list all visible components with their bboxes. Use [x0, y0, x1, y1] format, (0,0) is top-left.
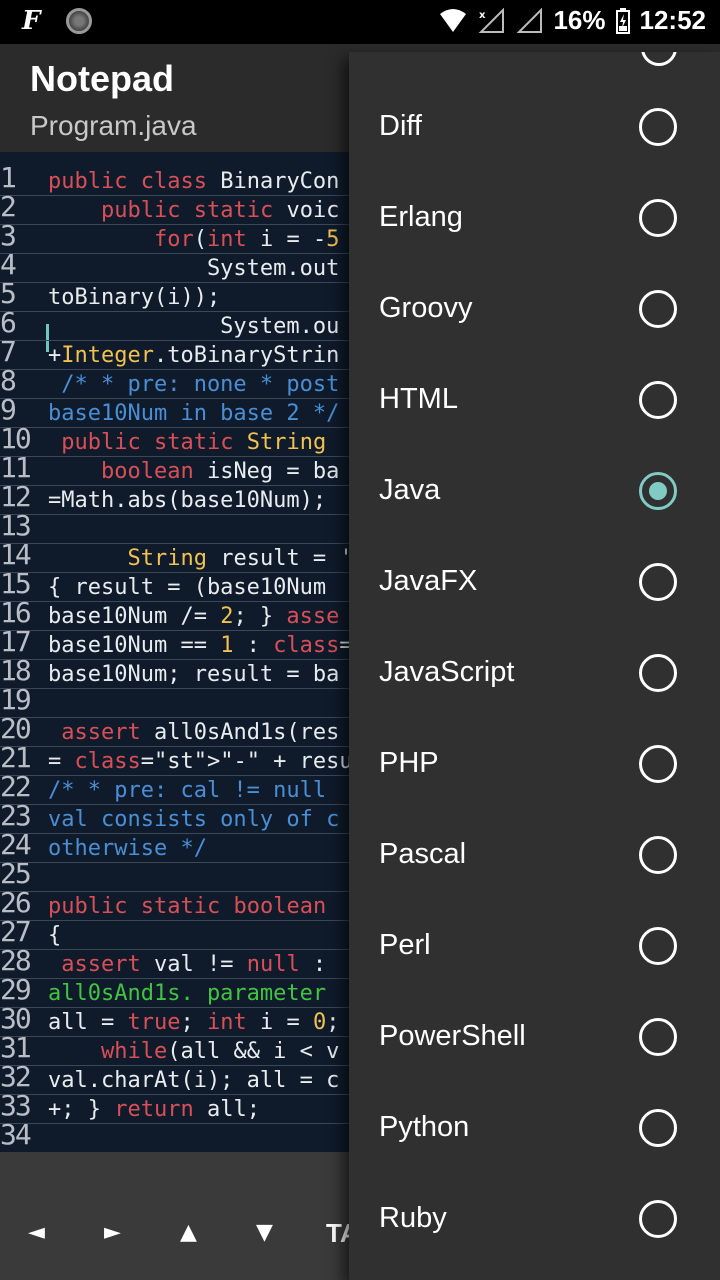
- code-text: public class BinaryCon: [48, 169, 340, 194]
- code-text: base10Num /= 2; } asse: [48, 604, 340, 629]
- language-option-powershell[interactable]: PowerShell: [349, 992, 720, 1083]
- code-text: { result = (base10Num: [48, 575, 327, 600]
- file-name: Program.java: [30, 110, 197, 141]
- code-text: all0sAnd1s. parameter: [48, 981, 327, 1006]
- language-option-label: Java: [379, 474, 441, 506]
- language-option-javafx[interactable]: JavaFX: [349, 537, 720, 628]
- cursor-left-button[interactable]: ◄: [28, 1220, 45, 1245]
- language-menu: Diff Erlang Groovy HTML Java JavaFX JavaScript…: [349, 52, 720, 1280]
- code-text: assert all0sAnd1s(res: [61, 720, 340, 745]
- language-option-label: Perl: [379, 929, 431, 961]
- language-option-html[interactable]: HTML: [349, 355, 720, 446]
- signal-icon: [517, 7, 543, 33]
- language-option-diff[interactable]: Diff: [349, 82, 720, 173]
- code-text: all = true; int i = 0;: [48, 1010, 340, 1035]
- code-text: while(all && i < v: [100, 1039, 340, 1064]
- language-option-ruby[interactable]: Ruby: [349, 1174, 720, 1265]
- language-option-perl[interactable]: Perl: [349, 901, 720, 992]
- code-text: otherwise */: [48, 836, 207, 861]
- language-option-label: HTML: [379, 383, 458, 415]
- code-text: public static boolean: [48, 894, 327, 919]
- language-option-label: JavaScript: [379, 656, 515, 688]
- code-text: System.out: [48, 256, 340, 281]
- language-option-python[interactable]: Python: [349, 1083, 720, 1174]
- radio-unchecked-icon[interactable]: [639, 108, 677, 146]
- status-bar: F x 16% 12:52: [0, 0, 720, 44]
- language-option-label: Python: [379, 1111, 470, 1143]
- battery-percent: 16%: [553, 5, 606, 35]
- language-option-javascript[interactable]: JavaScript: [349, 628, 720, 719]
- code-text: System.ou: [48, 314, 340, 339]
- radio-unchecked-icon[interactable]: [639, 1200, 677, 1238]
- code-text: val consists only of c: [48, 807, 340, 832]
- radio-unchecked-icon[interactable]: [639, 836, 677, 874]
- language-option-groovy[interactable]: Groovy: [349, 264, 720, 355]
- radio-unchecked-icon[interactable]: [639, 381, 677, 419]
- code-text: +; } return all;: [48, 1097, 260, 1122]
- code-text: for(int i = -5: [153, 227, 340, 252]
- code-text: base10Num in base 2 */: [48, 401, 340, 426]
- status-right: x 16% 12:52: [439, 5, 706, 36]
- language-option-label: PowerShell: [379, 1020, 526, 1052]
- svg-text:x: x: [479, 10, 486, 21]
- code-text: public static voic: [100, 198, 340, 223]
- code-text: assert val != null :: [61, 952, 327, 977]
- clock: 12:52: [639, 5, 707, 35]
- radio-partial-icon: [641, 52, 677, 66]
- line-number: 34: [0, 1118, 32, 1151]
- cursor-down-button[interactable]: ▼: [256, 1220, 273, 1245]
- sync-icon: [66, 8, 93, 34]
- language-option-erlang[interactable]: Erlang: [349, 173, 720, 264]
- code-text: /* * pre: cal != null: [48, 778, 327, 803]
- language-option-label: Groovy: [379, 292, 473, 324]
- radio-unchecked-icon[interactable]: [639, 563, 677, 601]
- language-option-label: Erlang: [379, 201, 463, 233]
- cursor-right-button[interactable]: ►: [104, 1220, 121, 1245]
- radio-unchecked-icon[interactable]: [639, 1109, 677, 1147]
- language-option-label: Pascal: [379, 838, 467, 870]
- radio-unchecked-icon[interactable]: [639, 654, 677, 692]
- battery-charging-icon: [615, 7, 630, 34]
- language-option-pascal[interactable]: Pascal: [349, 810, 720, 901]
- signal-no-data-icon: x: [479, 7, 505, 33]
- code-text: =Math.abs(base10Num);: [48, 488, 327, 513]
- code-text: String result = ': [127, 546, 353, 571]
- code-text: base10Num; result = ba: [48, 662, 340, 687]
- radio-unchecked-icon[interactable]: [639, 745, 677, 783]
- app-f-icon: F: [22, 6, 41, 36]
- language-option-label: PHP: [379, 747, 439, 779]
- radio-checked-icon[interactable]: [639, 472, 677, 510]
- radio-unchecked-icon[interactable]: [639, 927, 677, 965]
- code-text: toBinary(i));: [48, 285, 221, 310]
- app-title: Notepad: [30, 58, 174, 99]
- status-left-icons: F: [22, 6, 93, 36]
- language-option-label: Ruby: [379, 1202, 447, 1234]
- cursor-up-button[interactable]: ▲: [180, 1220, 197, 1245]
- code-text: boolean isNeg = ba: [100, 459, 340, 484]
- code-text: public static String: [61, 430, 327, 455]
- radio-unchecked-icon[interactable]: [639, 199, 677, 237]
- code-text: {: [48, 923, 62, 948]
- language-option-label: JavaFX: [379, 565, 478, 597]
- language-option-php[interactable]: PHP: [349, 719, 720, 810]
- language-option-java[interactable]: Java: [349, 446, 720, 537]
- wifi-icon: [440, 8, 467, 32]
- code-text: +Integer.toBinaryStrin: [48, 343, 340, 368]
- language-option-label: Diff: [379, 110, 422, 142]
- radio-unchecked-icon[interactable]: [639, 1018, 677, 1056]
- code-text: /* * pre: none * post: [48, 372, 340, 397]
- radio-unchecked-icon[interactable]: [639, 290, 677, 328]
- code-text: val.charAt(i); all = c: [48, 1068, 340, 1093]
